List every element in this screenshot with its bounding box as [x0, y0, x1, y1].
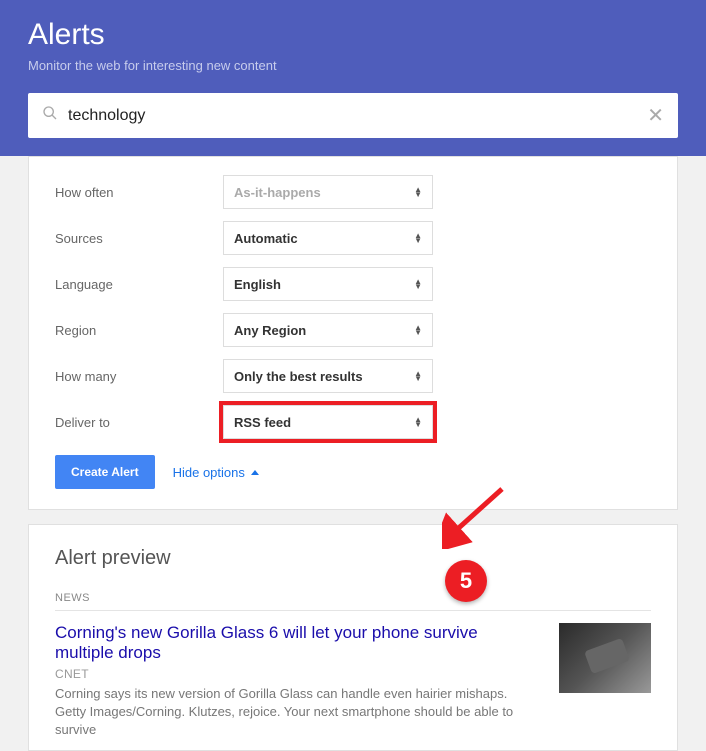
how-often-value: As-it-happens — [234, 185, 321, 200]
how-many-select[interactable]: Only the best results ▲▼ — [223, 359, 433, 393]
article-item: Corning's new Gorilla Glass 6 will let y… — [55, 623, 651, 740]
create-alert-button[interactable]: Create Alert — [55, 455, 155, 489]
preview-heading: Alert preview — [55, 547, 651, 570]
language-value: English — [234, 277, 281, 292]
deliver-to-select[interactable]: RSS feed ▲▼ — [223, 405, 433, 439]
updown-icon: ▲▼ — [414, 233, 422, 243]
sources-value: Automatic — [234, 231, 298, 246]
clear-icon[interactable]: ✕ — [647, 103, 664, 128]
how-many-label: How many — [55, 369, 223, 384]
updown-icon: ▲▼ — [414, 279, 422, 289]
options-card: How often As-it-happens ▲▼ Sources Autom… — [28, 156, 678, 510]
how-many-value: Only the best results — [234, 369, 363, 384]
how-often-label: How often — [55, 185, 223, 200]
article-snippet: Corning says its new version of Gorilla … — [55, 685, 541, 740]
updown-icon: ▲▼ — [414, 187, 422, 197]
region-value: Any Region — [234, 323, 306, 338]
how-often-select[interactable]: As-it-happens ▲▼ — [223, 175, 433, 209]
article-thumbnail[interactable] — [559, 623, 651, 693]
language-label: Language — [55, 277, 223, 292]
search-bar-wrap: ✕ — [0, 93, 706, 156]
page-header: Alerts Monitor the web for interesting n… — [0, 0, 706, 93]
region-label: Region — [55, 323, 223, 338]
updown-icon: ▲▼ — [414, 417, 422, 427]
caret-up-icon — [251, 470, 259, 475]
search-box[interactable]: ✕ — [28, 93, 678, 138]
updown-icon: ▲▼ — [414, 325, 422, 335]
preview-section-label: NEWS — [55, 592, 651, 611]
article-title-link[interactable]: Corning's new Gorilla Glass 6 will let y… — [55, 623, 541, 663]
language-select[interactable]: English ▲▼ — [223, 267, 433, 301]
search-icon — [42, 105, 58, 126]
hide-options-link[interactable]: Hide options — [173, 465, 259, 480]
sources-select[interactable]: Automatic ▲▼ — [223, 221, 433, 255]
deliver-to-value: RSS feed — [234, 415, 291, 430]
deliver-to-label: Deliver to — [55, 415, 223, 430]
page-title: Alerts — [28, 18, 678, 52]
updown-icon: ▲▼ — [414, 371, 422, 381]
article-source: CNET — [55, 667, 541, 681]
sources-label: Sources — [55, 231, 223, 246]
region-select[interactable]: Any Region ▲▼ — [223, 313, 433, 347]
search-input[interactable] — [68, 107, 647, 125]
preview-card: Alert preview NEWS Corning's new Gorilla… — [28, 524, 678, 751]
hide-options-label: Hide options — [173, 465, 245, 480]
page-subtitle: Monitor the web for interesting new cont… — [28, 58, 678, 73]
